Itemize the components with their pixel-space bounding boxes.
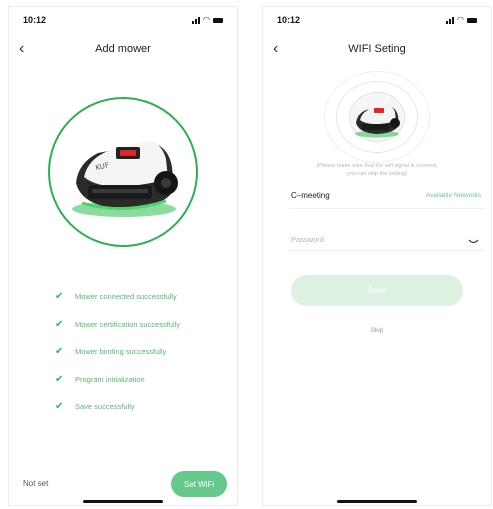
available-networks-link[interactable]: Available Networks [426, 192, 481, 199]
status-icons: ◠ [446, 16, 477, 24]
step-label: Save successfully [75, 402, 135, 412]
list-item: ✔ Save successfully [55, 393, 233, 421]
save-button[interactable]: Save [291, 275, 463, 306]
list-item: ✔ Mower connected successfully [55, 283, 233, 311]
eye-closed-icon[interactable] [468, 233, 479, 251]
list-item: ✔ Mower certification successfully [55, 311, 233, 339]
robot-mower-image: KUF [72, 141, 178, 217]
wifi-icon: ◠ [457, 15, 464, 24]
list-item: ✔ Program initialization [55, 366, 233, 394]
status-bar: 10:12 ◠ [277, 15, 477, 29]
status-time: 10:12 [277, 15, 301, 25]
password-input[interactable] [291, 231, 431, 247]
check-icon: ✔ [55, 373, 64, 385]
home-indicator[interactable] [83, 500, 163, 503]
check-icon: ✔ [55, 401, 64, 413]
bottom-bar: Not set Set WiFi [9, 471, 237, 497]
hint-line: you can skip the setting) [346, 171, 408, 177]
wifi-hint: (Please make sure that the wifi signal i… [273, 162, 481, 178]
check-icon: ✔ [55, 346, 64, 358]
signal-icon [446, 17, 455, 24]
nav-bar: ‹ Add mower [9, 39, 237, 61]
password-row [289, 229, 485, 251]
status-bar: 10:12 ◠ [23, 15, 223, 29]
hint-line: (Please make sure that the wifi signal i… [316, 163, 438, 169]
battery-icon [213, 18, 223, 23]
list-item: ✔ Mower binding successfully [55, 338, 233, 366]
network-row: C–meeting Available Networks [289, 187, 485, 209]
add-mower-screen: 10:12 ◠ ‹ Add mower KUF ✔ Mower connecte… [8, 6, 238, 506]
mower-image-frame: KUF [48, 97, 198, 247]
page-title: Add mower [95, 43, 151, 55]
skip-link[interactable]: Skip [263, 327, 491, 334]
step-label: Program initialization [75, 374, 145, 384]
signal-icon [192, 17, 201, 24]
status-time: 10:12 [23, 15, 47, 25]
setup-steps-list: ✔ Mower connected successfully ✔ Mower c… [55, 283, 233, 421]
status-icons: ◠ [192, 16, 223, 24]
wifi-signal-illustration [324, 71, 430, 163]
battery-icon [467, 18, 477, 23]
wifi-status-label: Not set [23, 479, 49, 488]
check-icon: ✔ [55, 318, 64, 330]
step-label: Mower connected successfully [75, 292, 177, 302]
network-name: C–meeting [291, 191, 330, 200]
set-wifi-button[interactable]: Set WiFi [171, 471, 227, 497]
step-label: Mower certification successfully [75, 319, 181, 329]
home-indicator[interactable] [337, 500, 417, 503]
wifi-icon: ◠ [203, 15, 210, 24]
robot-mower-image [355, 105, 400, 138]
nav-bar: ‹ WIFI Seting [263, 39, 491, 61]
wifi-setting-screen: 10:12 ◠ ‹ WIFI Seting (Please make sure … [262, 6, 492, 506]
page-title: WIFI Seting [348, 43, 406, 55]
step-label: Mower binding successfully [75, 347, 167, 357]
check-icon: ✔ [55, 291, 64, 303]
